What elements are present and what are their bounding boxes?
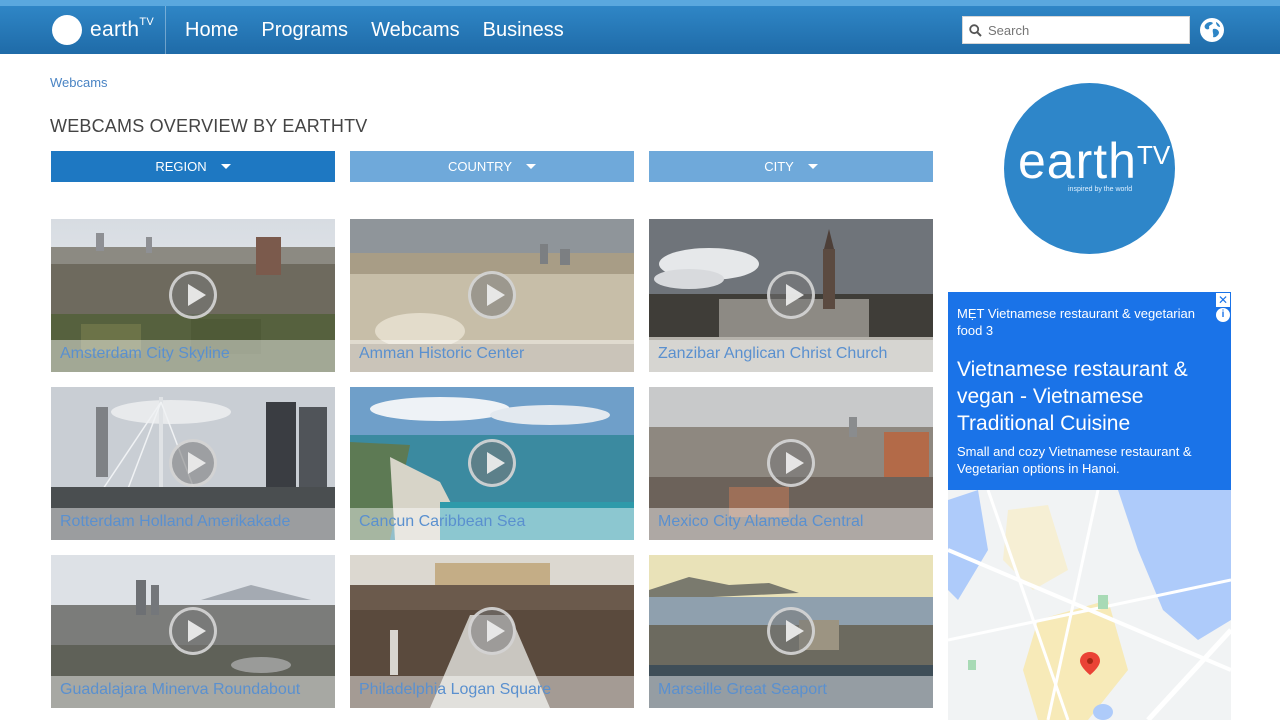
site-logo[interactable]: earthTV — [52, 14, 154, 46]
webcam-title: Philadelphia Logan Square — [359, 681, 552, 698]
city-filter-label: CITY — [764, 159, 794, 174]
country-filter-label: COUNTRY — [447, 159, 513, 174]
sidebar-logo-tagline: inspired by the world — [1068, 186, 1133, 193]
play-icon — [767, 271, 815, 319]
nav-home[interactable]: Home — [185, 19, 238, 42]
play-icon — [767, 439, 815, 487]
webcam-title: Zanzibar Anglican Christ Church — [658, 345, 888, 362]
close-icon[interactable]: ✕ — [1216, 293, 1230, 307]
webcam-title: Mexico City Alameda Central — [658, 513, 864, 530]
webcam-title: Rotterdam Holland Amerikakade — [60, 513, 291, 530]
city-filter-dropdown[interactable]: CITY — [649, 151, 933, 182]
chevron-down-icon — [807, 164, 818, 169]
webcam-card-cancun[interactable]: Cancun Caribbean Sea — [350, 387, 634, 540]
sidebar-logo-text: earth — [1018, 133, 1137, 189]
play-icon — [468, 439, 516, 487]
play-icon — [169, 607, 217, 655]
webcam-card-guadalajara[interactable]: Guadalajara Minerva Roundabout — [51, 555, 335, 708]
play-icon — [169, 439, 217, 487]
page-title: WEBCAMS OVERVIEW BY EARTHTV — [50, 116, 368, 136]
ad-map-image[interactable] — [948, 490, 1231, 720]
info-icon[interactable]: i — [1216, 308, 1230, 322]
breadcrumb[interactable]: Webcams — [50, 75, 108, 90]
main-nav: Home Programs Webcams Business — [185, 6, 587, 54]
region-filter-dropdown[interactable]: REGION — [51, 151, 335, 182]
play-icon — [468, 271, 516, 319]
ad-description: Small and cozy Vietnamese restaurant & V… — [957, 444, 1192, 476]
logo-text: earthTV — [90, 16, 155, 41]
webcam-title: Amsterdam City Skyline — [60, 345, 230, 362]
ad-advertiser: MẸT Vietnamese restaurant & vegetarian f… — [957, 306, 1195, 338]
header-divider — [165, 6, 166, 54]
webcam-card-amman[interactable]: Amman Historic Center — [350, 219, 634, 372]
search-input[interactable] — [988, 22, 1178, 38]
webcam-title: Guadalajara Minerva Roundabout — [60, 681, 301, 698]
webcam-card-zanzibar[interactable]: Zanzibar Anglican Christ Church — [649, 219, 933, 372]
webcam-title: Marseille Great Seaport — [658, 681, 827, 698]
globe-icon[interactable] — [1199, 17, 1225, 43]
webcam-card-marseille[interactable]: Marseille Great Seaport — [649, 555, 933, 708]
chevron-down-icon — [220, 164, 231, 169]
region-filter-label: REGION — [155, 159, 207, 174]
webcam-card-mexico-city[interactable]: Mexico City Alameda Central — [649, 387, 933, 540]
search-icon — [969, 23, 982, 37]
nav-programs[interactable]: Programs — [261, 19, 348, 42]
webcam-card-philadelphia[interactable]: Philadelphia Logan Square — [350, 555, 634, 708]
chevron-down-icon — [526, 164, 537, 169]
ad-headline[interactable]: Vietnamese restaurant & vegan - Vietname… — [957, 356, 1225, 437]
webcam-card-rotterdam[interactable]: Rotterdam Holland Amerikakade — [51, 387, 335, 540]
site-header: earthTV Home Programs Webcams Business — [0, 6, 1280, 54]
nav-webcams[interactable]: Webcams — [371, 19, 460, 42]
sidebar-logo-superscript: TV — [1137, 140, 1171, 170]
search-box — [962, 16, 1190, 44]
webcam-title: Amman Historic Center — [359, 345, 525, 362]
play-icon — [767, 607, 815, 655]
nav-business[interactable]: Business — [483, 19, 564, 42]
webcam-card-amsterdam[interactable]: Amsterdam City Skyline — [51, 219, 335, 372]
webcam-title: Cancun Caribbean Sea — [359, 513, 526, 530]
play-icon — [468, 607, 516, 655]
play-icon — [169, 271, 217, 319]
country-filter-dropdown[interactable]: COUNTRY — [350, 151, 634, 182]
logo-circle-icon — [52, 15, 82, 45]
